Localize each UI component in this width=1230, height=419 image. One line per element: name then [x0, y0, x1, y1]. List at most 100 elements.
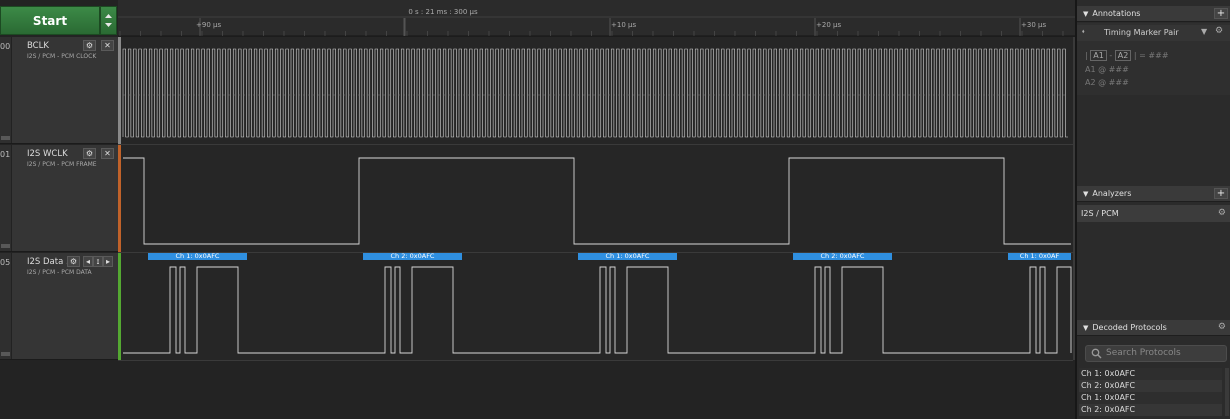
a2-label: A2 — [1085, 78, 1096, 87]
prev-frame-button[interactable]: ◂ — [83, 256, 93, 267]
time-tick-label: +10 µs — [611, 21, 637, 29]
decoded-row[interactable]: Ch 1: 0x0AFC — [1079, 392, 1222, 404]
channel-pane: I2S WCLK I2S / PCM - PCM FRAME ⚙ ✕ — [11, 145, 118, 251]
search-icon — [1091, 348, 1102, 359]
channel-color-bar-bclk — [118, 37, 121, 144]
resize-grip-icon[interactable] — [1, 244, 10, 248]
close-icon: ✕ — [104, 41, 111, 50]
channel-analyzer-label: I2S / PCM - PCM DATA — [27, 269, 92, 276]
channel-row-wclk[interactable]: 01 I2S WCLK I2S / PCM - PCM FRAME ⚙ ✕ — [0, 145, 118, 252]
channel-pane: BCLK I2S / PCM - PCM CLOCK ⚙ ✕ — [11, 37, 118, 143]
plus-icon: + — [1216, 188, 1226, 199]
resize-grip-icon[interactable] — [1, 352, 10, 356]
channel-row-bclk[interactable]: 00 BCLK I2S / PCM - PCM CLOCK ⚙ ✕ — [0, 37, 118, 144]
channel-panel: Start 00 BCLK I2S / PCM - PCM CLOCK ⚙ ✕ … — [0, 0, 118, 419]
marker-icon: ɪ — [96, 257, 100, 266]
decoded-row[interactable]: Ch 1: 0x0AFC — [1079, 368, 1222, 380]
marker-pair-label: Timing Marker Pair — [1104, 28, 1179, 37]
time-tick-label: +90 µs — [196, 21, 222, 29]
collapse-triangle-icon[interactable]: ▼ — [1083, 324, 1088, 332]
at-label: @ — [1098, 78, 1107, 87]
channel-track-wclk — [118, 145, 1073, 252]
channel-settings-button[interactable]: ⚙ — [83, 148, 96, 159]
decode-bubble-label: Ch 1: 0x0AFC — [605, 252, 650, 260]
time-ruler[interactable] — [118, 0, 1075, 36]
channel-settings-button[interactable]: ⚙ — [67, 256, 80, 267]
a1-label: A1 — [1085, 65, 1096, 74]
add-annotation-button[interactable]: + — [1214, 8, 1228, 19]
decoded-row[interactable]: Ch 2: 0x0AFC — [1079, 404, 1222, 416]
bclk-trace — [122, 48, 1068, 138]
bclk-waveform — [122, 48, 1068, 138]
at-label: @ — [1098, 65, 1107, 74]
channel-color-bar-wclk — [118, 145, 121, 252]
channel-row-data[interactable]: 05 I2S Data ... I2S / PCM - PCM DATA ⚙ ◂… — [0, 253, 118, 360]
channel-pane: I2S Data ... I2S / PCM - PCM DATA ⚙ ◂ ɪ … — [11, 253, 118, 359]
a1-time-line: A1 @ ### — [1085, 65, 1129, 74]
delta-value: ### — [1148, 51, 1169, 60]
plus-icon: + — [1216, 8, 1226, 19]
decode-bubble-label: Ch 1: 0x0AF — [1019, 252, 1060, 260]
channel-color-bar-data — [118, 253, 121, 360]
time-tick-label: +20 µs — [816, 21, 842, 29]
decode-bubble-label: Ch 1: 0x0AFC — [175, 252, 220, 260]
channel-close-button[interactable]: ✕ — [101, 148, 114, 159]
decoded-row[interactable]: Ch 2: 0x0AFC — [1079, 380, 1222, 392]
time-position-readout: 0 s : 21 ms : 300 µs — [408, 8, 478, 16]
channel-name[interactable]: I2S WCLK — [27, 149, 68, 159]
a2-marker-box[interactable]: A2 — [1114, 50, 1132, 61]
equals: = — [1139, 51, 1146, 60]
decoded-protocols-title: Decoded Protocols — [1092, 323, 1167, 332]
chevron-up-icon — [105, 14, 112, 18]
analyzer-name: I2S / PCM — [1081, 209, 1119, 218]
time-tick-label: +30 µs — [1021, 21, 1047, 29]
separator: - — [1109, 51, 1113, 60]
start-options-stepper[interactable] — [100, 6, 117, 35]
next-frame-button[interactable]: ▸ — [103, 256, 113, 267]
gear-icon[interactable]: ⚙ — [1215, 26, 1223, 36]
channel-close-button[interactable]: ✕ — [101, 40, 114, 51]
channel-name[interactable]: BCLK — [27, 41, 49, 51]
gear-icon[interactable]: ⚙ — [1218, 322, 1226, 332]
channel-analyzer-label: I2S / PCM - PCM CLOCK — [27, 53, 97, 60]
marker-dropdown-icon[interactable]: ▼ — [1201, 27, 1207, 36]
channel-track-data — [118, 253, 1073, 360]
add-analyzer-button[interactable]: + — [1214, 188, 1228, 199]
decode-bubble-label: Ch 2: 0x0AFC — [820, 252, 865, 260]
decoded-protocols-header[interactable]: ▼ Decoded Protocols ⚙ — [1077, 320, 1230, 336]
close-icon: ✕ — [104, 149, 111, 158]
search-protocols-input[interactable]: Search Protocols — [1085, 345, 1227, 362]
waveform-canvas[interactable] — [118, 0, 1075, 419]
chevron-down-icon — [105, 23, 112, 27]
channel-settings-button[interactable]: ⚙ — [83, 40, 96, 51]
channel-number: 05 — [0, 258, 11, 267]
gear-icon[interactable]: ⚙ — [1218, 205, 1226, 222]
timing-marker-pair-row[interactable]: ⬪ Timing Marker Pair ▼ ⚙ — [1077, 25, 1230, 41]
analyzers-header[interactable]: ▼ Analyzers + — [1077, 186, 1230, 202]
gear-icon: ⚙ — [85, 149, 94, 158]
a2-time-line: A2 @ ### — [1085, 78, 1129, 87]
a1-marker-box[interactable]: A1 — [1090, 50, 1107, 61]
gear-icon: ⚙ — [85, 41, 94, 50]
start-button[interactable]: Start — [0, 6, 100, 35]
annotations-header[interactable]: ▼ Annotations + — [1077, 6, 1230, 22]
decoded-scrollbar[interactable] — [1225, 368, 1229, 416]
resize-grip-icon[interactable] — [1, 136, 10, 140]
collapse-triangle-icon[interactable]: ▼ — [1083, 10, 1088, 18]
channel-number: 00 — [0, 42, 11, 51]
measurement-line: | A1 - A2 | = ### — [1085, 50, 1169, 61]
side-panel: ▼ Annotations + ⬪ Timing Marker Pair ▼ ⚙… — [1075, 0, 1230, 419]
search-placeholder: Search Protocols — [1106, 348, 1181, 358]
frame-counter-button[interactable]: ɪ — [93, 256, 103, 267]
decode-bubble-label: Ch 2: 0x0AFC — [390, 252, 435, 260]
chevron-left-icon: ◂ — [85, 257, 90, 266]
annotations-title: Annotations — [1092, 9, 1141, 18]
gear-icon: ⚙ — [69, 257, 78, 266]
waveform-view[interactable]: 0 s : 21 ms : 300 µs +90 µs +10 µs +20 µ… — [118, 0, 1075, 419]
a1-time-value: ### — [1108, 65, 1129, 74]
collapse-triangle-icon[interactable]: ▼ — [1083, 190, 1088, 198]
analyzer-item[interactable]: I2S / PCM ⚙ — [1077, 205, 1230, 222]
channel-number: 01 — [0, 150, 11, 159]
channel-analyzer-label: I2S / PCM - PCM FRAME — [27, 161, 97, 168]
pin-icon[interactable]: ⬪ — [1082, 27, 1085, 37]
